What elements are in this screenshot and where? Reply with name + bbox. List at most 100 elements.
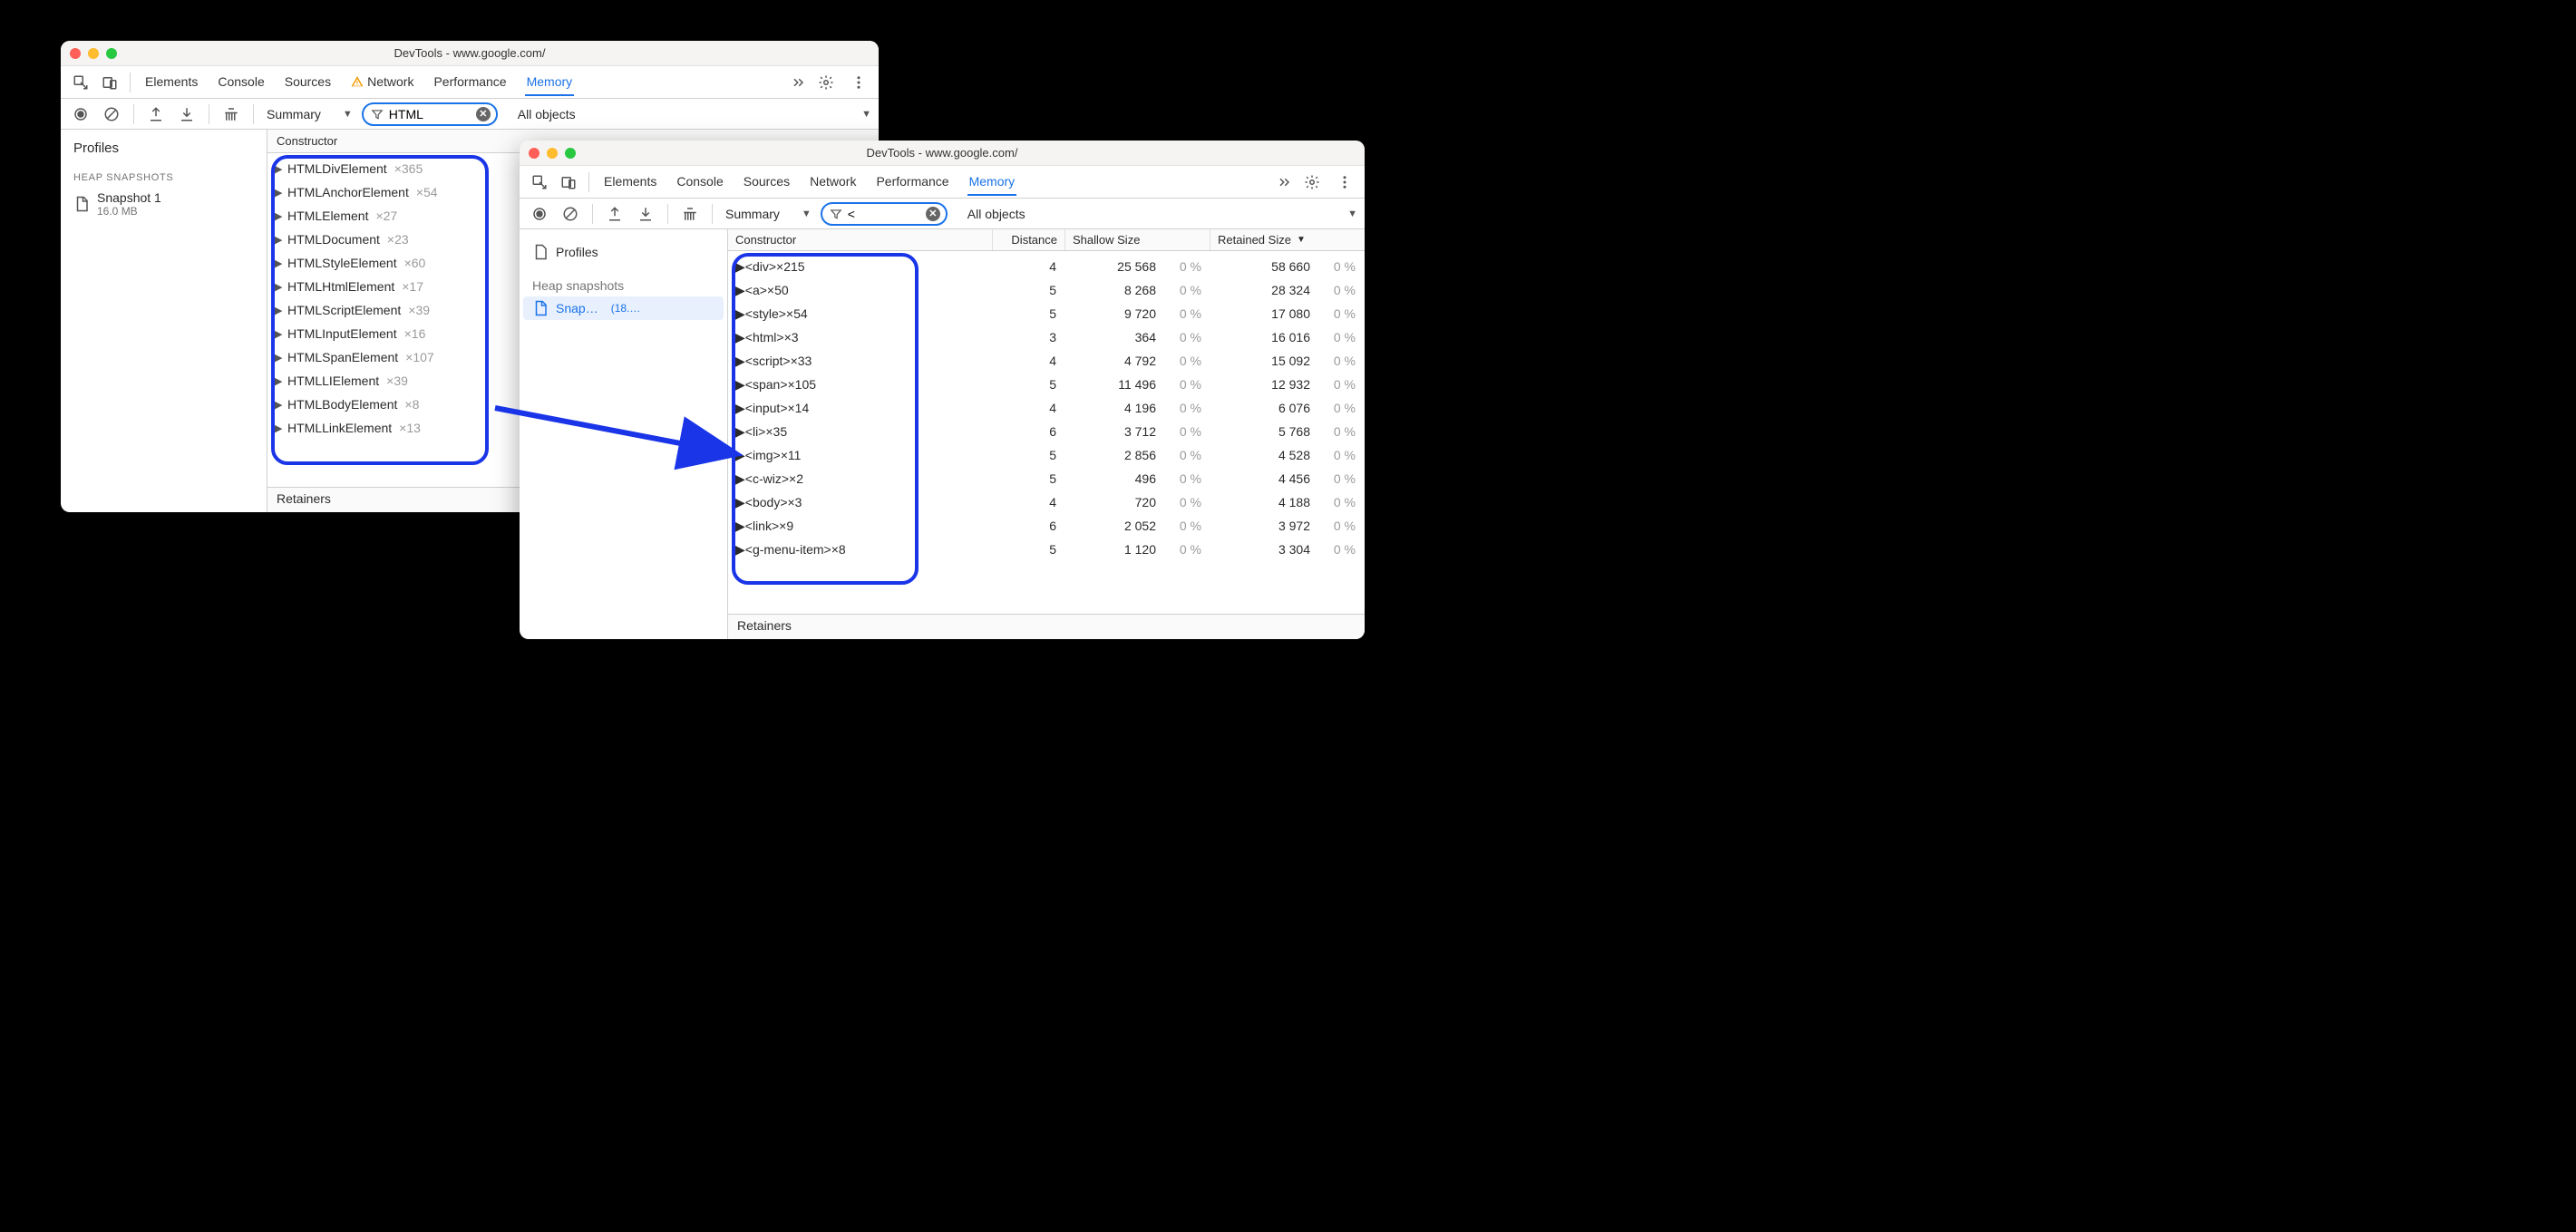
table-row[interactable]: ▶<link>×962 0520 %3 9720 % [728, 514, 1365, 538]
class-filter[interactable]: ✕ [821, 202, 948, 226]
view-select[interactable]: Summary ▼ [261, 105, 358, 123]
tab-memory[interactable]: Memory [967, 169, 1017, 196]
clear-icon[interactable] [558, 201, 583, 227]
profiles-label: Profiles [64, 137, 263, 165]
chevron-down-icon[interactable]: ▼ [861, 109, 871, 120]
expand-icon[interactable]: ▶ [275, 305, 287, 316]
download-icon[interactable] [633, 201, 658, 227]
clear-icon[interactable] [99, 102, 124, 127]
expand-icon[interactable]: ▶ [735, 448, 745, 463]
table-row[interactable]: ▶<script>×3344 7920 %15 0920 % [728, 349, 1365, 373]
inspect-icon[interactable] [68, 70, 93, 95]
expand-icon[interactable]: ▶ [275, 399, 287, 411]
class-filter[interactable]: ✕ [362, 102, 498, 126]
expand-icon[interactable]: ▶ [735, 471, 745, 487]
upload-icon[interactable] [143, 102, 169, 127]
more-tabs-icon[interactable] [784, 70, 810, 95]
upload-icon[interactable] [602, 201, 627, 227]
expand-icon[interactable]: ▶ [735, 354, 745, 369]
kebab-icon[interactable] [1332, 170, 1357, 195]
table-row[interactable]: ▶<li>×3563 7120 %5 7680 % [728, 420, 1365, 443]
table-row[interactable]: ▶<g-menu-item>×851 1200 %3 3040 % [728, 538, 1365, 561]
expand-icon[interactable]: ▶ [275, 163, 287, 175]
col-constructor[interactable]: Constructor [728, 229, 993, 250]
minimize-dot[interactable] [88, 48, 99, 59]
device-icon[interactable] [556, 170, 581, 195]
expand-icon[interactable]: ▶ [275, 352, 287, 364]
expand-icon[interactable]: ▶ [275, 375, 287, 387]
expand-icon[interactable]: ▶ [275, 257, 287, 269]
shallow-pct: 0 % [1169, 471, 1201, 486]
expand-icon[interactable]: ▶ [735, 495, 745, 510]
tab-network[interactable]: Network [808, 169, 858, 196]
table-row[interactable]: ▶<c-wiz>×254960 %4 4560 % [728, 467, 1365, 490]
tab-console[interactable]: Console [675, 169, 724, 196]
gear-icon[interactable] [1299, 170, 1325, 195]
expand-icon[interactable]: ▶ [735, 330, 745, 345]
col-shallow[interactable]: Shallow Size [1065, 229, 1210, 250]
expand-icon[interactable]: ▶ [275, 422, 287, 434]
snapshot-item[interactable]: Snapshot 1 16.0 MB [64, 187, 263, 221]
record-icon[interactable] [68, 102, 93, 127]
expand-icon[interactable]: ▶ [275, 328, 287, 340]
table-row[interactable]: ▶<span>×105511 4960 %12 9320 % [728, 373, 1365, 396]
table-row[interactable]: ▶<a>×5058 2680 %28 3240 % [728, 278, 1365, 302]
retainers-panel-header[interactable]: Retainers [728, 614, 1365, 639]
more-tabs-icon[interactable] [1270, 170, 1296, 195]
constructor-table[interactable]: ▶<div>×215425 5680 %58 6600 %▶<a>×5058 2… [728, 251, 1365, 614]
expand-icon[interactable]: ▶ [275, 210, 287, 222]
inspect-icon[interactable] [527, 170, 552, 195]
kebab-icon[interactable] [846, 70, 871, 95]
table-row[interactable]: ▶<html>×333640 %16 0160 % [728, 325, 1365, 349]
close-dot[interactable] [70, 48, 81, 59]
constructor-name: HTMLLIElement [287, 373, 379, 388]
record-icon[interactable] [527, 201, 552, 227]
gc-icon[interactable] [219, 102, 244, 127]
tab-memory[interactable]: Memory [525, 69, 575, 96]
gc-icon[interactable] [677, 201, 703, 227]
tab-elements[interactable]: Elements [602, 169, 658, 196]
tab-network[interactable]: Network [349, 69, 415, 96]
download-icon[interactable] [174, 102, 199, 127]
tab-console[interactable]: Console [216, 69, 266, 96]
expand-icon[interactable]: ▶ [275, 187, 287, 199]
close-dot[interactable] [529, 148, 540, 159]
tab-elements[interactable]: Elements [143, 69, 199, 96]
view-select[interactable]: Summary ▼ [720, 205, 817, 223]
device-icon[interactable] [97, 70, 122, 95]
class-filter-input[interactable] [848, 207, 920, 221]
table-row[interactable]: ▶<img>×1152 8560 %4 5280 % [728, 443, 1365, 467]
snapshot-item[interactable]: Snap… (18.… [523, 296, 724, 320]
expand-icon[interactable]: ▶ [735, 306, 745, 322]
expand-icon[interactable]: ▶ [735, 401, 745, 416]
expand-icon[interactable]: ▶ [275, 281, 287, 293]
gear-icon[interactable] [813, 70, 839, 95]
class-filter-input[interactable] [389, 107, 471, 121]
expand-icon[interactable]: ▶ [735, 424, 745, 440]
tab-sources[interactable]: Sources [742, 169, 792, 196]
tab-sources[interactable]: Sources [283, 69, 333, 96]
table-row[interactable]: ▶<input>×1444 1960 %6 0760 % [728, 396, 1365, 420]
clear-filter-icon[interactable]: ✕ [476, 107, 491, 121]
objects-select[interactable]: All objects [962, 205, 1031, 223]
table-row[interactable]: ▶<style>×5459 7200 %17 0800 % [728, 302, 1365, 325]
expand-icon[interactable]: ▶ [735, 377, 745, 393]
expand-icon[interactable]: ▶ [275, 234, 287, 246]
shallow-value: 25 568 [1117, 259, 1156, 274]
tab-performance[interactable]: Performance [432, 69, 508, 96]
expand-icon[interactable]: ▶ [735, 283, 745, 298]
expand-icon[interactable]: ▶ [735, 542, 745, 558]
objects-select[interactable]: All objects [512, 105, 581, 123]
expand-icon[interactable]: ▶ [735, 259, 745, 275]
chevron-down-icon[interactable]: ▼ [1347, 209, 1357, 219]
col-retained[interactable]: Retained Size▼ [1210, 229, 1365, 250]
table-row[interactable]: ▶<div>×215425 5680 %58 6600 % [728, 255, 1365, 278]
tab-performance[interactable]: Performance [874, 169, 950, 196]
clear-filter-icon[interactable]: ✕ [926, 207, 940, 221]
maximize-dot[interactable] [106, 48, 117, 59]
minimize-dot[interactable] [547, 148, 558, 159]
maximize-dot[interactable] [565, 148, 576, 159]
col-distance[interactable]: Distance [993, 229, 1065, 250]
table-row[interactable]: ▶<body>×347200 %4 1880 % [728, 490, 1365, 514]
expand-icon[interactable]: ▶ [735, 519, 745, 534]
